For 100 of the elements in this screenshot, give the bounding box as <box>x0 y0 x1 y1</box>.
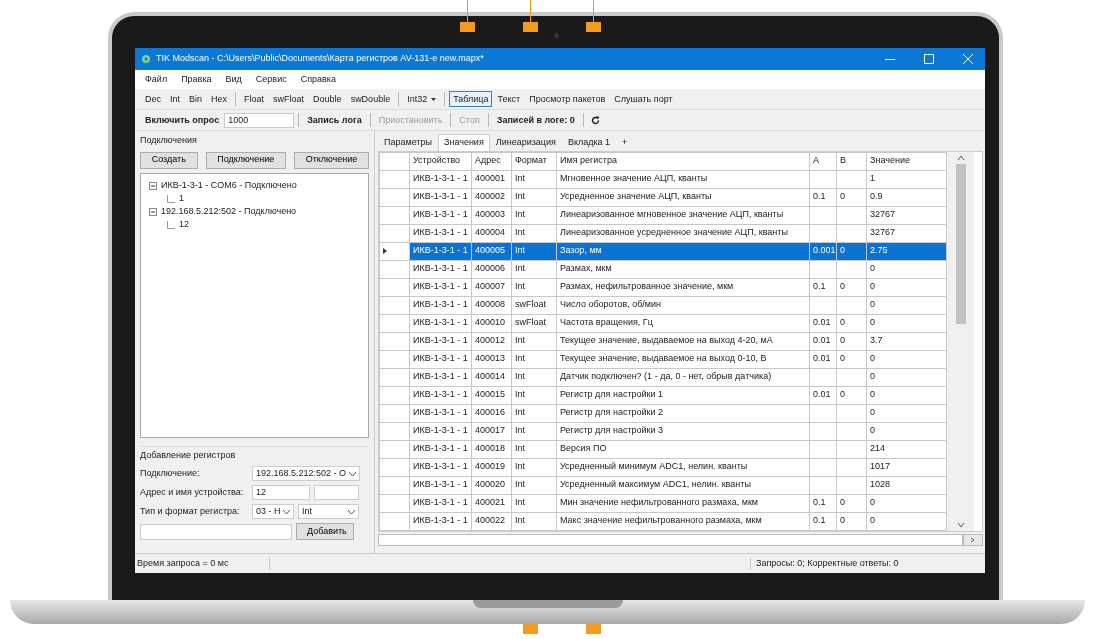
table-cell: 400012 <box>475 335 506 346</box>
table-cell: Версия ПО <box>560 443 607 454</box>
table-cell: Текущее значение, выдаваемое на выход 4-20, мА <box>560 335 773 346</box>
refresh-icon[interactable] <box>590 115 600 125</box>
table-cell: Мин значение нефильтрованного размаха, мкм <box>560 497 759 508</box>
format-dropdown[interactable]: Int32 <box>403 91 441 107</box>
tab[interactable]: Вкладка 1 <box>561 134 617 151</box>
interval-field[interactable]: 1000 <box>224 112 295 128</box>
column-header[interactable]: Устройство <box>409 152 472 170</box>
table-cell: 400002 <box>475 191 506 202</box>
table-cell: Int <box>515 281 525 292</box>
table-cell: 400020 <box>475 479 506 490</box>
table-cell: 0.9 <box>870 191 883 202</box>
table-cell: 1017 <box>870 461 891 472</box>
connection-dropdown[interactable]: 192.168.5.212:502 - О <box>252 466 360 481</box>
column-header[interactable]: B <box>836 152 867 170</box>
add-button[interactable]: Добавить <box>296 523 354 540</box>
table-cell: 0 <box>870 281 875 292</box>
tab[interactable]: Параметры <box>378 134 438 151</box>
connection-button[interactable]: Отключение <box>293 151 369 169</box>
scroll-right-icon[interactable] <box>963 533 983 546</box>
format-dropdown[interactable]: Int <box>298 504 359 519</box>
tree-item[interactable]: 192.168.5.212:502 - Подключено <box>161 205 297 219</box>
menu-item[interactable]: Файл <box>145 72 168 87</box>
close-icon[interactable] <box>963 54 973 64</box>
toolbar-button[interactable]: Запись лога <box>303 112 366 128</box>
device-name-field[interactable] <box>314 485 359 500</box>
caret-icon <box>283 509 290 514</box>
toolbar-button[interactable]: Dec <box>141 91 165 107</box>
menu-item[interactable]: Сервис <box>255 72 287 87</box>
log-count-label: Записей в логе: 0 <box>495 114 576 127</box>
table-cell: 0 <box>870 263 875 274</box>
table-cell: 400018 <box>475 443 506 454</box>
toolbar-button[interactable]: Текст <box>493 91 525 107</box>
table-cell: ИКВ-1-3-1 - 1 <box>413 281 468 292</box>
scrollbar-thumb[interactable] <box>955 163 966 324</box>
address-field[interactable]: 12 <box>252 485 310 500</box>
table-cell: ИКВ-1-3-1 - 1 <box>413 407 468 418</box>
table-cell: Зазор, мм <box>560 245 602 256</box>
tab[interactable]: Линеаризация <box>489 134 562 151</box>
table-cell: 0 <box>840 335 845 346</box>
column-header[interactable]: Значение <box>866 152 947 170</box>
collapse-icon[interactable] <box>149 182 157 190</box>
table-cell: ИКВ-1-3-1 - 1 <box>413 299 468 310</box>
toolbar-button[interactable]: Включить опрос <box>141 112 224 128</box>
maximize-icon[interactable] <box>924 54 934 64</box>
tab[interactable]: + <box>616 134 634 151</box>
table-cell: Размах, мкм <box>560 263 612 274</box>
toolbar-button[interactable]: Просмотр пакетов <box>525 91 610 107</box>
table-cell: 400015 <box>475 389 506 400</box>
toolbar-button[interactable]: Double <box>309 91 346 107</box>
table-cell: 400004 <box>475 227 506 238</box>
column-header[interactable]: Имя регистра <box>556 152 810 170</box>
tree-item[interactable]: ИКВ-1-3-1 - COM6 - Подключено <box>161 179 297 193</box>
toolbar-button[interactable]: Слушать порт <box>610 91 677 107</box>
caret-icon <box>349 471 356 476</box>
table-cell: 0 <box>870 299 875 310</box>
column-header[interactable]: Адрес <box>471 152 512 170</box>
toolbar-button[interactable]: swFloat <box>269 91 309 107</box>
table-cell: ИКВ-1-3-1 - 1 <box>413 209 468 220</box>
column-header[interactable]: A <box>809 152 837 170</box>
toolbar-button[interactable]: Int <box>166 91 185 107</box>
toolbar-button[interactable]: Hex <box>207 91 232 107</box>
toolbar-button[interactable]: Таблица <box>449 91 493 107</box>
connection-button[interactable]: Подключение <box>205 151 286 169</box>
table-cell: Регистр для настройки 1 <box>560 389 664 400</box>
table-cell: 400001 <box>475 173 506 184</box>
horizontal-scrollbar[interactable] <box>378 533 963 546</box>
table-cell: 0 <box>840 317 845 328</box>
table-cell: Усредненное значение АЦП, кванты <box>560 191 712 202</box>
table-cell: 0 <box>840 191 845 202</box>
table-cell: ИКВ-1-3-1 - 1 <box>413 263 468 274</box>
table-cell: 400022 <box>475 515 506 526</box>
table-cell: Int <box>515 371 525 382</box>
menu-item[interactable]: Вид <box>225 72 242 87</box>
toolbar-button[interactable]: swDouble <box>346 91 395 107</box>
input-field[interactable] <box>140 523 292 540</box>
table-cell: Int <box>515 443 525 454</box>
table-cell: Текущее значение, выдаваемое на выход 0-10, В <box>560 353 767 364</box>
callout-marker <box>523 624 538 634</box>
field-label: Тип и формат регистра: <box>140 504 241 518</box>
collapse-icon[interactable] <box>149 208 157 216</box>
tree-line-icon <box>167 195 175 203</box>
table-cell: 0 <box>870 515 875 526</box>
menu-item[interactable]: Справка <box>300 72 336 87</box>
table-cell: ИКВ-1-3-1 - 1 <box>413 173 468 184</box>
table-cell: 400016 <box>475 407 506 418</box>
column-header[interactable]: Формат <box>511 152 557 170</box>
menu-item[interactable]: Правка <box>181 72 212 87</box>
tab[interactable]: Значения <box>438 134 490 151</box>
connection-button[interactable]: Создать <box>140 151 198 169</box>
table-cell: 0 <box>840 515 845 526</box>
table-cell: 0.01 <box>813 335 831 346</box>
register-type-dropdown[interactable]: 03 - H <box>252 504 294 519</box>
toolbar-button[interactable]: Bin <box>185 91 207 107</box>
tree-item[interactable]: 12 <box>179 218 189 232</box>
tree-item[interactable]: 1 <box>179 192 184 206</box>
table-cell: ИКВ-1-3-1 - 1 <box>413 227 468 238</box>
toolbar-button[interactable]: Float <box>240 91 269 107</box>
table-cell: ИКВ-1-3-1 - 1 <box>413 515 468 526</box>
